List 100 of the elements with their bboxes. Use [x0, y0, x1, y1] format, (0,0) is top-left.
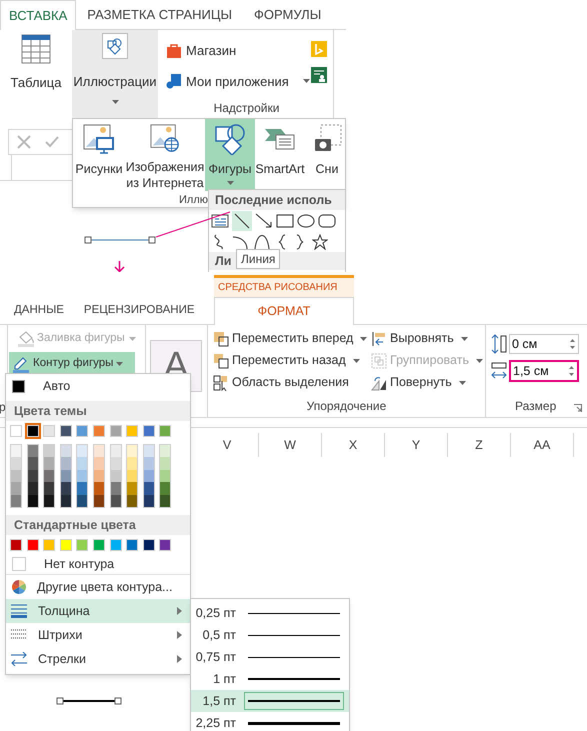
color-swatch[interactable]: [127, 482, 138, 495]
menu-item[interactable]: Штрихи: [6, 622, 190, 647]
color-swatch[interactable]: [110, 539, 122, 552]
dialog-launcher-icon[interactable]: [574, 404, 582, 412]
color-swatch[interactable]: [110, 494, 121, 507]
color-swatch[interactable]: [92, 425, 105, 437]
color-swatch[interactable]: [160, 482, 170, 495]
gallery-item[interactable]: Фигуры: [205, 119, 255, 191]
color-swatch[interactable]: [77, 457, 88, 470]
color-swatch[interactable]: [44, 470, 54, 482]
color-swatch[interactable]: [60, 425, 72, 437]
color-swatch[interactable]: [77, 445, 88, 458]
more-colors-item[interactable]: Другие цвета контура...: [6, 574, 190, 599]
color-swatch[interactable]: [77, 470, 88, 482]
color-swatch[interactable]: [94, 457, 104, 470]
arrange-button[interactable]: Повернуть: [371, 373, 491, 392]
color-swatch[interactable]: [142, 539, 155, 552]
color-swatch[interactable]: [43, 425, 56, 437]
color-swatch[interactable]: [60, 482, 71, 495]
color-swatch[interactable]: [127, 457, 138, 470]
color-swatch[interactable]: [144, 482, 154, 495]
my-apps-button[interactable]: Мои приложения: [166, 72, 310, 91]
illustrations-button[interactable]: Иллюстрации: [72, 30, 158, 119]
ribbon-tab[interactable]: ФОРМУЛЫ: [243, 0, 332, 30]
menu-item[interactable]: Стрелки: [6, 646, 190, 671]
line-shape-icon[interactable]: [232, 211, 252, 231]
color-swatch[interactable]: [94, 494, 104, 507]
arrange-button[interactable]: Переместить вперед: [213, 329, 371, 348]
color-swatch[interactable]: [11, 457, 21, 470]
color-swatch[interactable]: [160, 494, 170, 507]
color-swatch[interactable]: [43, 539, 56, 552]
color-swatch[interactable]: [28, 457, 38, 470]
arrow-shape-icon[interactable]: [255, 213, 273, 229]
store-button[interactable]: Магазин: [166, 41, 310, 60]
color-swatch[interactable]: [159, 425, 172, 437]
color-swatch[interactable]: [60, 470, 71, 482]
color-swatch[interactable]: [76, 425, 88, 437]
color-swatch[interactable]: [44, 445, 54, 458]
menu-item[interactable]: 0,75 пт: [191, 646, 349, 668]
color-swatch[interactable]: [110, 482, 121, 495]
color-swatch[interactable]: [126, 425, 138, 437]
color-swatch[interactable]: [28, 482, 38, 495]
curve-shape-icon[interactable]: [254, 234, 270, 250]
color-swatch[interactable]: [144, 470, 154, 482]
color-swatch[interactable]: [94, 445, 104, 458]
color-swatch[interactable]: [110, 470, 121, 482]
color-swatch[interactable]: [28, 445, 38, 458]
color-swatch[interactable]: [44, 494, 54, 507]
star-shape-icon[interactable]: [312, 234, 328, 250]
menu-item[interactable]: 0,25 пт: [191, 602, 349, 624]
color-swatch[interactable]: [94, 482, 104, 495]
rounded-rectangle-shape-icon[interactable]: [318, 214, 336, 228]
color-swatch[interactable]: [28, 470, 38, 482]
ribbon-tab[interactable]: ВСТАВКА: [0, 0, 76, 30]
color-swatch[interactable]: [60, 494, 71, 507]
height-field[interactable]: 0 см: [509, 334, 579, 354]
gallery-item[interactable]: Рисунки: [73, 119, 125, 191]
color-swatch[interactable]: [11, 470, 21, 482]
color-swatch[interactable]: [160, 457, 170, 470]
color-swatch[interactable]: [11, 482, 21, 495]
menu-item[interactable]: Толщина: [6, 598, 190, 623]
ribbon-tab[interactable]: ФОРМАТ: [214, 297, 354, 325]
text-box-icon[interactable]: [211, 213, 229, 229]
color-swatch[interactable]: [60, 445, 71, 458]
arrange-button[interactable]: Переместить назад: [213, 351, 371, 370]
color-swatch[interactable]: [94, 470, 104, 482]
color-swatch[interactable]: [144, 494, 154, 507]
color-swatch[interactable]: [160, 445, 170, 458]
check-icon[interactable]: [45, 135, 59, 149]
color-swatch[interactable]: [110, 457, 121, 470]
color-swatch[interactable]: [144, 445, 154, 458]
menu-item[interactable]: 1 пт: [191, 668, 349, 690]
color-swatch[interactable]: [11, 445, 21, 458]
menu-item[interactable]: 1,5 пт: [191, 690, 349, 712]
color-swatch[interactable]: [127, 470, 138, 482]
right-brace-icon[interactable]: [294, 234, 306, 250]
width-field[interactable]: 1,5 см: [509, 360, 579, 382]
color-swatch[interactable]: [110, 445, 121, 458]
color-swatch[interactable]: [76, 539, 88, 552]
table-button[interactable]: Таблица: [0, 30, 72, 119]
color-swatch[interactable]: [77, 482, 88, 495]
color-swatch[interactable]: [142, 425, 155, 437]
color-swatch[interactable]: [127, 445, 138, 458]
cancel-icon[interactable]: [17, 135, 31, 149]
color-swatch[interactable]: [26, 539, 39, 552]
color-swatch[interactable]: [144, 457, 154, 470]
ribbon-tab[interactable]: РЕЦЕНЗИРОВАНИЕ: [74, 297, 205, 324]
color-swatch[interactable]: [60, 539, 72, 552]
color-swatch[interactable]: [92, 539, 105, 552]
color-swatch[interactable]: [60, 457, 71, 470]
no-outline-item[interactable]: Нет контура: [6, 554, 190, 575]
menu-item[interactable]: 0,5 пт: [191, 624, 349, 646]
color-swatch[interactable]: [159, 539, 172, 552]
color-swatch[interactable]: [160, 470, 170, 482]
color-swatch[interactable]: [44, 482, 54, 495]
oval-shape-icon[interactable]: [297, 214, 315, 228]
color-swatch[interactable]: [126, 539, 138, 552]
color-swatch[interactable]: [10, 425, 22, 437]
color-swatch[interactable]: [77, 494, 88, 507]
rectangle-shape-icon[interactable]: [276, 214, 294, 228]
